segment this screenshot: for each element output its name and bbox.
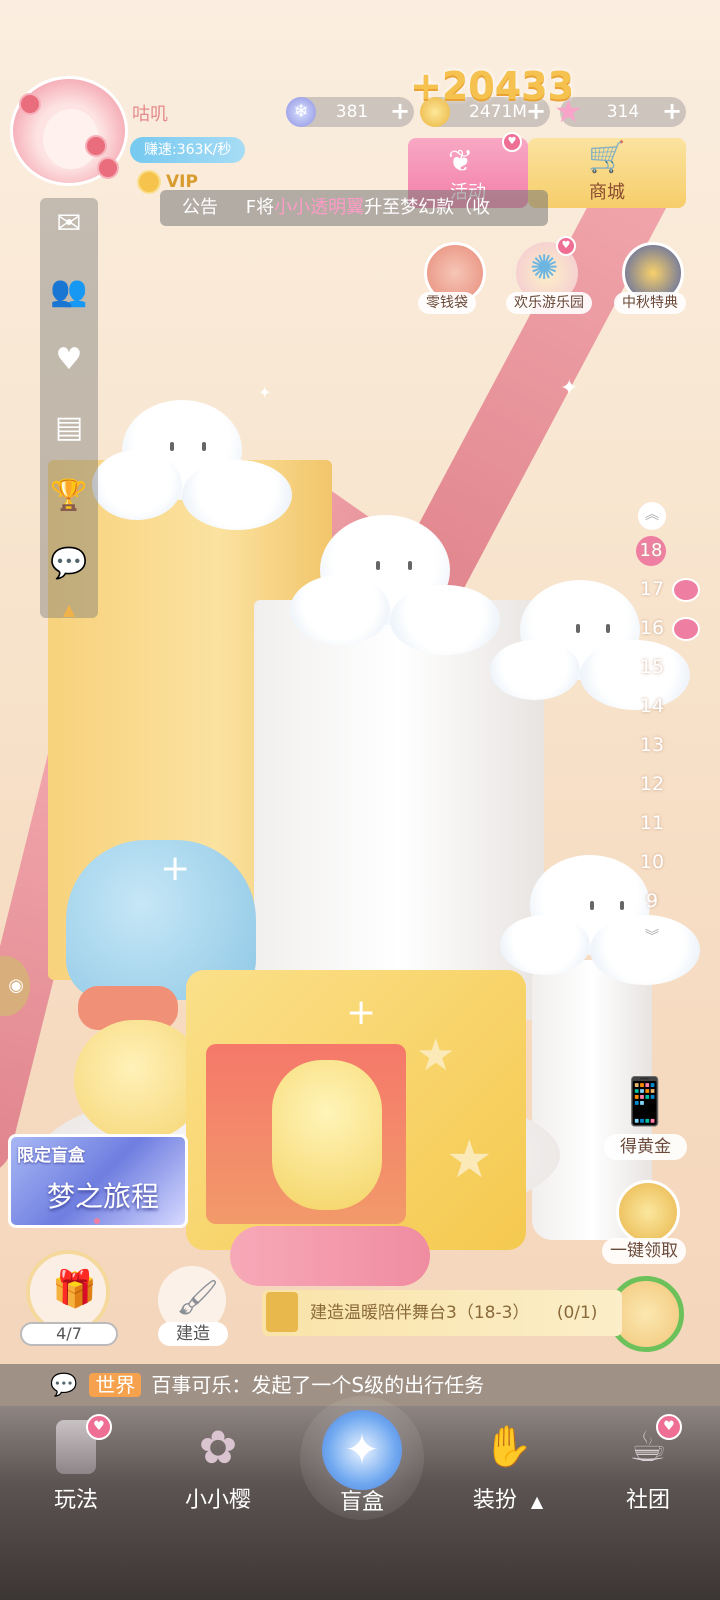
announcement-label: 公告 bbox=[182, 197, 218, 218]
floor-item[interactable]: 10 bbox=[632, 851, 672, 873]
nav-blind-box[interactable]: ✦ 盲盒 bbox=[302, 1406, 422, 1526]
floor-item[interactable]: 9 bbox=[632, 890, 672, 912]
guardian-icon[interactable]: ♥ bbox=[49, 340, 89, 380]
crab-marker-icon bbox=[672, 578, 700, 602]
notification-heart-icon: ♥ bbox=[656, 1414, 682, 1440]
gift-progress: 4/7 bbox=[20, 1322, 118, 1346]
floor-down-button[interactable]: ︾ bbox=[638, 924, 666, 952]
earn-speed-badge: 赚速:363K/秒 bbox=[130, 137, 246, 163]
get-gold-label[interactable]: 得黄金 bbox=[604, 1134, 687, 1160]
friends-icon[interactable]: 👥 bbox=[49, 272, 89, 312]
ribbon-bow bbox=[230, 1226, 430, 1286]
floor-item[interactable]: 15 bbox=[632, 656, 672, 678]
player-avatar[interactable] bbox=[10, 76, 128, 186]
announcement-suffix: 升至梦幻款（收 bbox=[364, 197, 491, 218]
current-floor[interactable]: 18 bbox=[636, 536, 666, 566]
cloud-character bbox=[92, 400, 292, 530]
build-task-bar[interactable]: 建造温暖陪伴舞台3（18-3） (0/1) bbox=[262, 1290, 622, 1336]
chat-message: 百事可乐：发起了一个S级的出行任务 bbox=[151, 1373, 485, 1397]
build-label[interactable]: 建造 bbox=[158, 1322, 228, 1346]
vip-badge[interactable]: VIP bbox=[166, 172, 198, 192]
wing-icon: ❦ bbox=[448, 144, 474, 179]
dress-up-arrow-icon: ▲ bbox=[530, 1492, 544, 1511]
floor-item[interactable]: 16 bbox=[632, 617, 672, 639]
collect-all-label[interactable]: 一键领取 bbox=[602, 1238, 686, 1264]
trophy-icon[interactable]: 🏆 bbox=[49, 476, 89, 516]
sparkle: ✦ bbox=[560, 376, 579, 401]
ferris-wheel-icon: ✺ bbox=[530, 248, 559, 288]
coin-purse-label: 零钱袋 bbox=[418, 292, 476, 314]
banner-page-dot bbox=[94, 1218, 100, 1224]
shop-button[interactable]: 🛒 商城 bbox=[528, 138, 686, 208]
announcement-ticker[interactable]: 公告 F将小小透明翼升至梦幻款（收 bbox=[160, 190, 548, 226]
collapse-arrow-icon[interactable]: ▲ bbox=[49, 590, 89, 630]
left-menu-bar: ✉ 👥 ♥ ▤ 🏆 💬 ▲ bbox=[40, 198, 98, 619]
sparkle: + bbox=[346, 992, 377, 1033]
paint-roller-icon: 🖌 bbox=[176, 1278, 220, 1318]
mail-icon[interactable]: ✉ bbox=[49, 204, 89, 244]
cloud-character bbox=[290, 515, 500, 655]
phone-gold-icon[interactable]: 📱 bbox=[600, 1074, 690, 1134]
floor-item[interactable]: 11 bbox=[632, 812, 672, 834]
nav-club[interactable]: ☕ 社团 bbox=[588, 1406, 708, 1526]
notification-heart-icon: ♥ bbox=[86, 1414, 112, 1440]
cherry-blossom-icon: ✿ bbox=[198, 1420, 238, 1474]
banner-title: 梦之旅程 bbox=[47, 1180, 160, 1213]
notification-heart-icon: ♥ bbox=[502, 132, 522, 152]
shopping-cart-icon: 🛒 bbox=[588, 140, 626, 175]
floor-item[interactable]: 12 bbox=[632, 773, 672, 795]
floor-up-button[interactable]: ︽ bbox=[638, 502, 666, 530]
game-scene[interactable]: ★ ★ + + ✦ ✦ bbox=[0, 0, 720, 1600]
chat-bubble-icon: 💬 bbox=[50, 1373, 78, 1398]
player-name: 咕叽 bbox=[132, 104, 168, 125]
snowflake-gem-icon: ❄ bbox=[286, 97, 316, 127]
mid-autumn-label: 中秋特典 bbox=[614, 292, 686, 314]
gift-icon: 🎁 bbox=[52, 1269, 97, 1310]
floor-item[interactable]: 13 bbox=[632, 734, 672, 756]
sparkle: ✦ bbox=[258, 383, 272, 402]
notification-heart-icon: ♥ bbox=[556, 236, 576, 256]
floor-item[interactable]: 17 bbox=[632, 578, 672, 600]
winged-bear-figure bbox=[272, 1060, 382, 1210]
vip-crown-icon bbox=[137, 170, 161, 194]
crab-marker-icon bbox=[672, 617, 700, 641]
task-text: 建造温暖陪伴舞台3（18-3） bbox=[310, 1303, 530, 1323]
nav-play[interactable]: 玩法 bbox=[16, 1406, 136, 1526]
floor-item[interactable]: 14 bbox=[632, 695, 672, 717]
yellow-bear-plush bbox=[74, 1020, 204, 1140]
limited-blind-box-banner[interactable]: 限定盲盒 梦之旅程 bbox=[8, 1134, 188, 1228]
blind-box-crystal-icon: ✦ bbox=[322, 1410, 402, 1490]
task-progress: (0/1) bbox=[556, 1303, 598, 1323]
nav-sakura[interactable]: ✿ 小小樱 bbox=[158, 1406, 278, 1526]
add-stars-button[interactable]: + bbox=[660, 99, 684, 124]
hand-icon: ✋ bbox=[483, 1424, 533, 1470]
sparkle: + bbox=[160, 848, 191, 889]
add-gems-button[interactable]: + bbox=[388, 99, 412, 124]
chat-channel-tag: 世界 bbox=[89, 1373, 142, 1397]
announcement-prefix: F将 bbox=[245, 197, 275, 218]
chat-bubble-icon[interactable]: 💬 bbox=[49, 544, 89, 584]
bottom-nav: 玩法 ♥ ✿ 小小樱 ✦ 盲盒 ✋ 装扮 ▲ ☕ 社团 ♥ bbox=[0, 1396, 720, 1600]
announcement-highlight: 小小透明翼 bbox=[274, 197, 365, 218]
banner-tag: 限定盲盒 bbox=[17, 1146, 85, 1166]
gold-gain-popup: +20433 bbox=[410, 64, 575, 108]
amusement-park-label: 欢乐游乐园 bbox=[506, 292, 592, 314]
star-count: 314 bbox=[606, 102, 640, 122]
nav-dress-up[interactable]: ✋ 装扮 ▲ bbox=[448, 1406, 568, 1526]
cloud-character bbox=[500, 855, 700, 985]
task-scroll-icon bbox=[266, 1292, 298, 1332]
notice-board-icon[interactable]: ▤ bbox=[49, 408, 89, 448]
collect-coin-icon[interactable] bbox=[616, 1180, 680, 1244]
gem-count: 381 bbox=[335, 102, 369, 122]
